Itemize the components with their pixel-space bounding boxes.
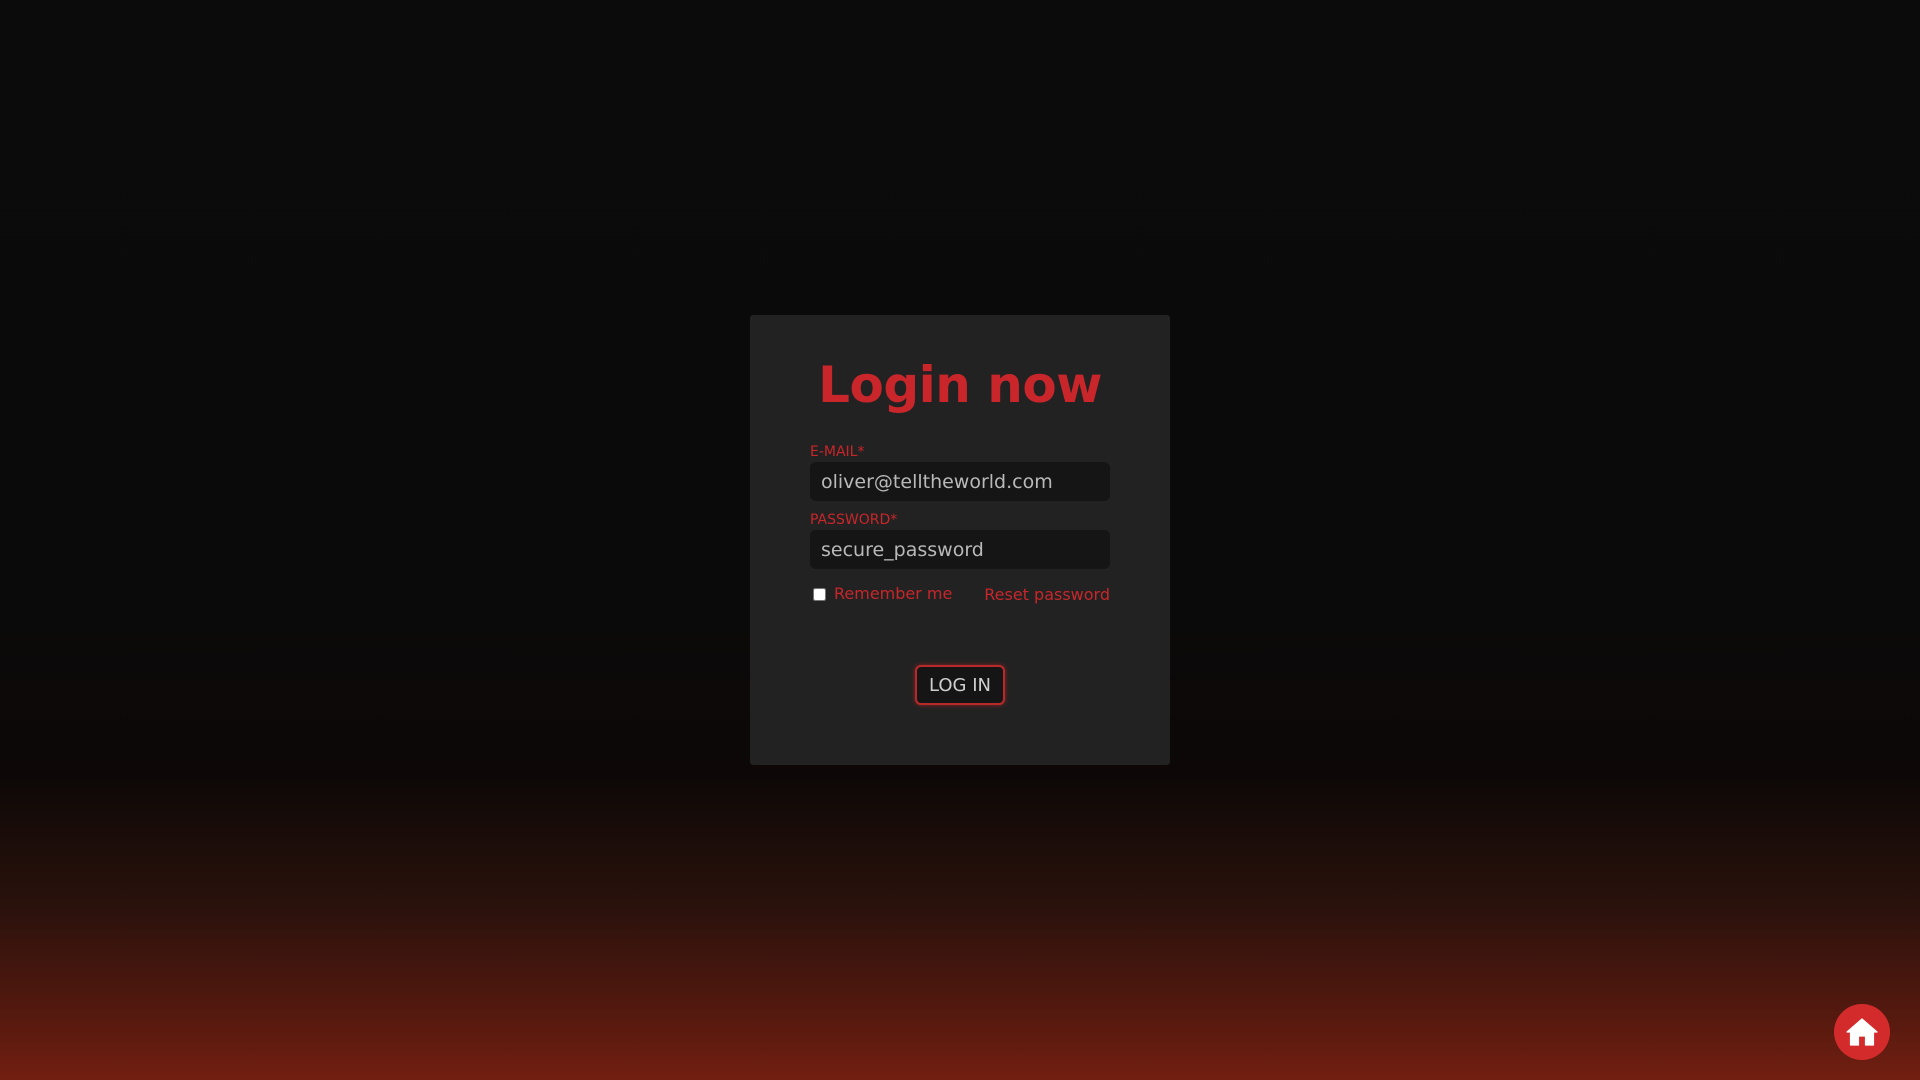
remember-me-checkbox[interactable]: [813, 587, 826, 601]
password-label: PASSWORD*: [810, 512, 898, 528]
reset-password-link[interactable]: Reset password: [984, 584, 1110, 606]
login-button[interactable]: LOG IN: [915, 665, 1005, 705]
remember-me-row: Remember me: [813, 583, 952, 605]
login-title: Login now: [818, 356, 1102, 414]
home-icon: [1846, 1018, 1878, 1046]
password-field[interactable]: [810, 530, 1110, 569]
email-label: E-MAIL*: [810, 444, 865, 460]
login-card: Login now E-MAIL* PASSWORD* Remember me …: [750, 315, 1170, 765]
home-button[interactable]: [1834, 1004, 1890, 1060]
email-field[interactable]: [810, 462, 1110, 501]
remember-me-label[interactable]: Remember me: [834, 583, 952, 605]
